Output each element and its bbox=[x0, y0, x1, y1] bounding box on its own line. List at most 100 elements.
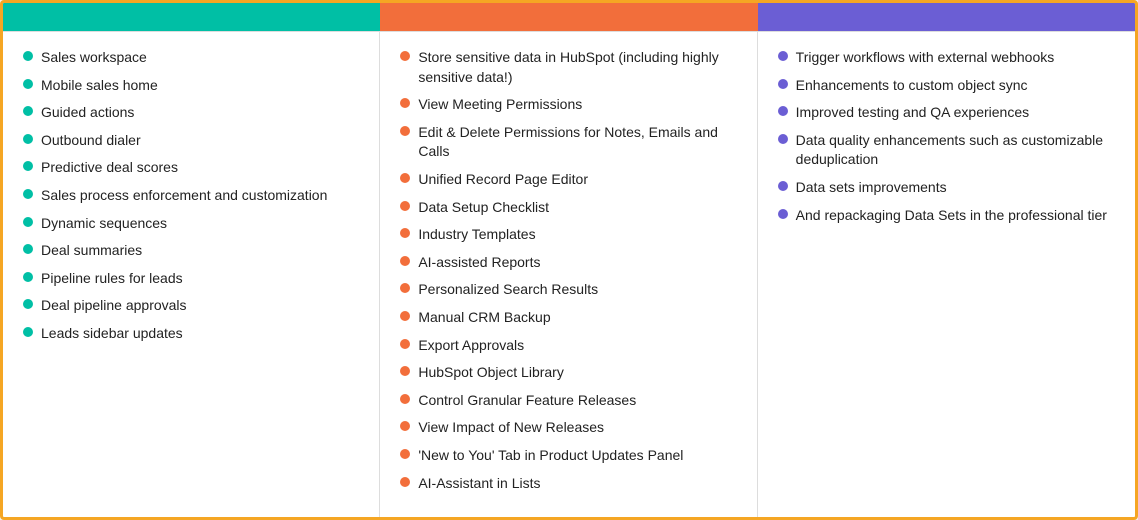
bullet-dot bbox=[400, 201, 410, 211]
crm-list: Store sensitive data in HubSpot (includi… bbox=[400, 48, 736, 493]
bullet-dot bbox=[400, 366, 410, 376]
list-item: Predictive deal scores bbox=[23, 158, 359, 178]
list-item-text: Control Granular Feature Releases bbox=[418, 391, 636, 411]
list-item-text: Deal summaries bbox=[41, 241, 142, 261]
bullet-dot bbox=[400, 51, 410, 61]
list-item-text: Manual CRM Backup bbox=[418, 308, 550, 328]
bullet-dot bbox=[400, 311, 410, 321]
list-item: View Meeting Permissions bbox=[400, 95, 736, 115]
list-item: Pipeline rules for leads bbox=[23, 269, 359, 289]
bullet-dot bbox=[23, 161, 33, 171]
list-item-text: Improved testing and QA experiences bbox=[796, 103, 1029, 123]
list-item: Dynamic sequences bbox=[23, 214, 359, 234]
list-item: Leads sidebar updates bbox=[23, 324, 359, 344]
bullet-dot bbox=[400, 126, 410, 136]
list-item: Industry Templates bbox=[400, 225, 736, 245]
list-item-text: Personalized Search Results bbox=[418, 280, 598, 300]
list-item: View Impact of New Releases bbox=[400, 418, 736, 438]
bullet-dot bbox=[23, 244, 33, 254]
bullet-dot bbox=[778, 181, 788, 191]
list-item: Edit & Delete Permissions for Notes, Ema… bbox=[400, 123, 736, 162]
list-item: Sales process enforcement and customizat… bbox=[23, 186, 359, 206]
bullet-dot bbox=[778, 106, 788, 116]
list-item-text: Dynamic sequences bbox=[41, 214, 167, 234]
bullet-dot bbox=[400, 283, 410, 293]
list-item-text: Edit & Delete Permissions for Notes, Ema… bbox=[418, 123, 736, 162]
list-item-text: Unified Record Page Editor bbox=[418, 170, 588, 190]
list-item: Sales workspace bbox=[23, 48, 359, 68]
bullet-dot bbox=[400, 449, 410, 459]
list-item: Personalized Search Results bbox=[400, 280, 736, 300]
list-item: Data quality enhancements such as custom… bbox=[778, 131, 1115, 170]
bullet-dot bbox=[400, 339, 410, 349]
list-item-text: AI-assisted Reports bbox=[418, 253, 540, 273]
list-item-text: AI-Assistant in Lists bbox=[418, 474, 540, 494]
list-item: Deal pipeline approvals bbox=[23, 296, 359, 316]
list-item: Outbound dialer bbox=[23, 131, 359, 151]
bullet-dot bbox=[23, 106, 33, 116]
list-item-text: Export Approvals bbox=[418, 336, 524, 356]
list-item-text: Leads sidebar updates bbox=[41, 324, 183, 344]
bullet-dot bbox=[23, 51, 33, 61]
list-item-text: View Impact of New Releases bbox=[418, 418, 604, 438]
list-item-text: Predictive deal scores bbox=[41, 158, 178, 178]
list-item: AI-Assistant in Lists bbox=[400, 474, 736, 494]
list-item-text: Trigger workflows with external webhooks bbox=[796, 48, 1055, 68]
bullet-dot bbox=[778, 79, 788, 89]
list-item-text: Sales workspace bbox=[41, 48, 147, 68]
bullet-dot bbox=[23, 134, 33, 144]
header-sales bbox=[3, 3, 380, 31]
sales-list: Sales workspace Mobile sales home Guided a… bbox=[23, 48, 359, 344]
list-item: Data Setup Checklist bbox=[400, 198, 736, 218]
list-item: And repackaging Data Sets in the profess… bbox=[778, 206, 1115, 226]
list-item-text: Data Setup Checklist bbox=[418, 198, 549, 218]
list-item: Trigger workflows with external webhooks bbox=[778, 48, 1115, 68]
list-item-text: Data quality enhancements such as custom… bbox=[796, 131, 1115, 170]
header-ops bbox=[758, 3, 1135, 31]
list-item: Enhancements to custom object sync bbox=[778, 76, 1115, 96]
crm-col: Store sensitive data in HubSpot (includi… bbox=[380, 32, 757, 517]
list-item-text: Data sets improvements bbox=[796, 178, 947, 198]
list-item: Unified Record Page Editor bbox=[400, 170, 736, 190]
list-item-text: Outbound dialer bbox=[41, 131, 141, 151]
bullet-dot bbox=[400, 477, 410, 487]
list-item: Improved testing and QA experiences bbox=[778, 103, 1115, 123]
list-item: Manual CRM Backup bbox=[400, 308, 736, 328]
body-row: Sales workspace Mobile sales home Guided a… bbox=[3, 31, 1135, 517]
list-item-text: Pipeline rules for leads bbox=[41, 269, 183, 289]
list-item: Deal summaries bbox=[23, 241, 359, 261]
bullet-dot bbox=[400, 173, 410, 183]
list-item: Mobile sales home bbox=[23, 76, 359, 96]
list-item: Data sets improvements bbox=[778, 178, 1115, 198]
list-item-text: Deal pipeline approvals bbox=[41, 296, 187, 316]
ops-list: Trigger workflows with external webhooks… bbox=[778, 48, 1115, 225]
bullet-dot bbox=[23, 189, 33, 199]
list-item: Control Granular Feature Releases bbox=[400, 391, 736, 411]
bullet-dot bbox=[400, 98, 410, 108]
list-item: 'New to You' Tab in Product Updates Pane… bbox=[400, 446, 736, 466]
list-item-text: Enhancements to custom object sync bbox=[796, 76, 1028, 96]
list-item: Export Approvals bbox=[400, 336, 736, 356]
bullet-dot bbox=[400, 228, 410, 238]
list-item-text: Store sensitive data in HubSpot (includi… bbox=[418, 48, 736, 87]
header-row bbox=[3, 3, 1135, 31]
list-item: AI-assisted Reports bbox=[400, 253, 736, 273]
bullet-dot bbox=[778, 51, 788, 61]
list-item-text: Mobile sales home bbox=[41, 76, 158, 96]
bullet-dot bbox=[23, 272, 33, 282]
bullet-dot bbox=[23, 217, 33, 227]
list-item-text: And repackaging Data Sets in the profess… bbox=[796, 206, 1107, 226]
bullet-dot bbox=[23, 79, 33, 89]
list-item-text: Guided actions bbox=[41, 103, 134, 123]
sales-col: Sales workspace Mobile sales home Guided a… bbox=[3, 32, 380, 517]
ops-col: Trigger workflows with external webhooks… bbox=[758, 32, 1135, 517]
list-item-text: HubSpot Object Library bbox=[418, 363, 564, 383]
bullet-dot bbox=[778, 134, 788, 144]
list-item-text: 'New to You' Tab in Product Updates Pane… bbox=[418, 446, 683, 466]
list-item-text: View Meeting Permissions bbox=[418, 95, 582, 115]
bullet-dot bbox=[400, 394, 410, 404]
bullet-dot bbox=[778, 209, 788, 219]
header-crm bbox=[380, 3, 757, 31]
bullet-dot bbox=[400, 256, 410, 266]
main-container: Sales workspace Mobile sales home Guided a… bbox=[0, 0, 1138, 520]
